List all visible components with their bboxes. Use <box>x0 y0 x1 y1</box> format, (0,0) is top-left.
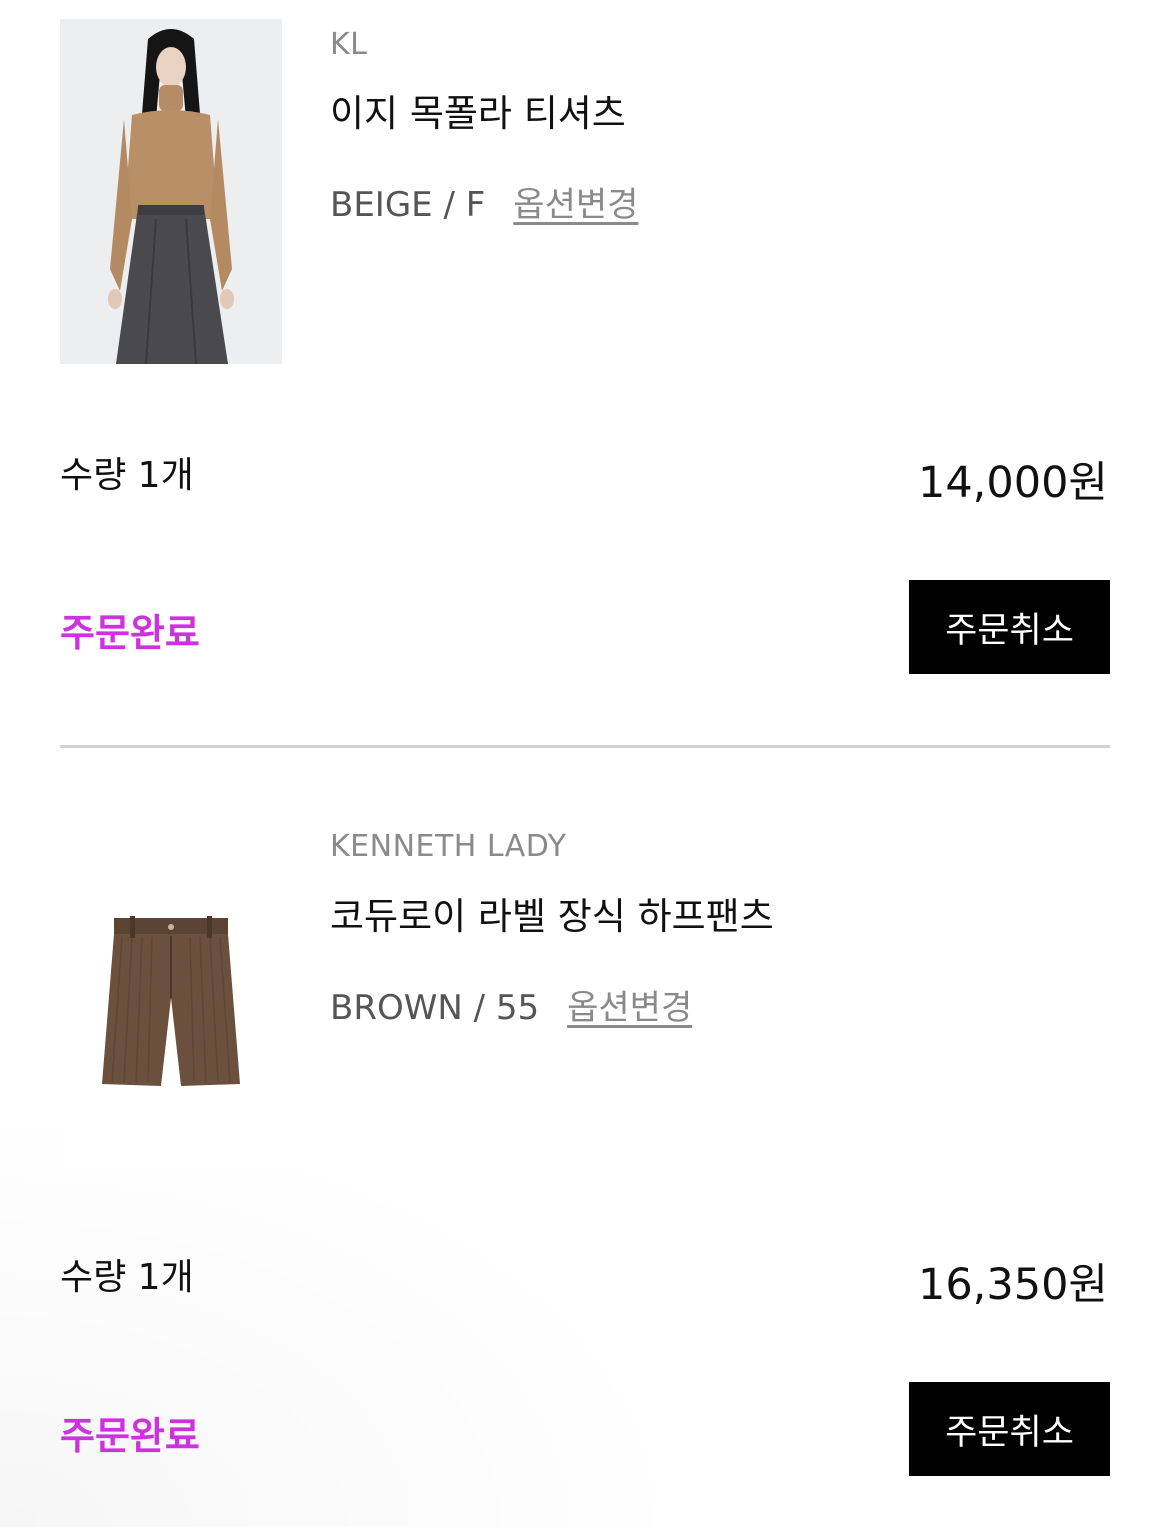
order-status: 주문완료 <box>60 611 200 655</box>
option-change-link[interactable]: 옵션변경 <box>513 177 638 226</box>
product-price: 16,350원 <box>917 1260 1108 1310</box>
shorts-illustration <box>60 822 282 1167</box>
product-brand: KENNETH LADY <box>330 829 567 864</box>
product-image-turtleneck[interactable] <box>60 19 282 364</box>
product-option: BEIGE / F <box>330 185 486 225</box>
product-option-row: BEIGE / F 옵션변경 <box>330 177 638 226</box>
product-name[interactable]: 코듀로이 라벨 장식 하프팬츠 <box>330 886 774 940</box>
product-quantity: 수량 1개 <box>60 455 194 496</box>
cancel-order-button[interactable]: 주문취소 <box>909 1382 1110 1476</box>
product-image-shorts[interactable] <box>60 822 282 1167</box>
product-name[interactable]: 이지 목폴라 티셔츠 <box>330 83 626 137</box>
product-option-row: BROWN / 55 옵션변경 <box>330 980 692 1029</box>
cancel-order-button[interactable]: 주문취소 <box>909 580 1110 674</box>
product-brand: KL <box>330 27 368 62</box>
product-price: 14,000원 <box>917 458 1108 508</box>
product-quantity: 수량 1개 <box>60 1257 194 1298</box>
turtleneck-model-illustration <box>60 19 282 364</box>
item-divider <box>60 745 1110 748</box>
order-status: 주문완료 <box>60 1414 200 1458</box>
product-option: BROWN / 55 <box>330 988 540 1028</box>
option-change-link[interactable]: 옵션변경 <box>567 980 692 1029</box>
